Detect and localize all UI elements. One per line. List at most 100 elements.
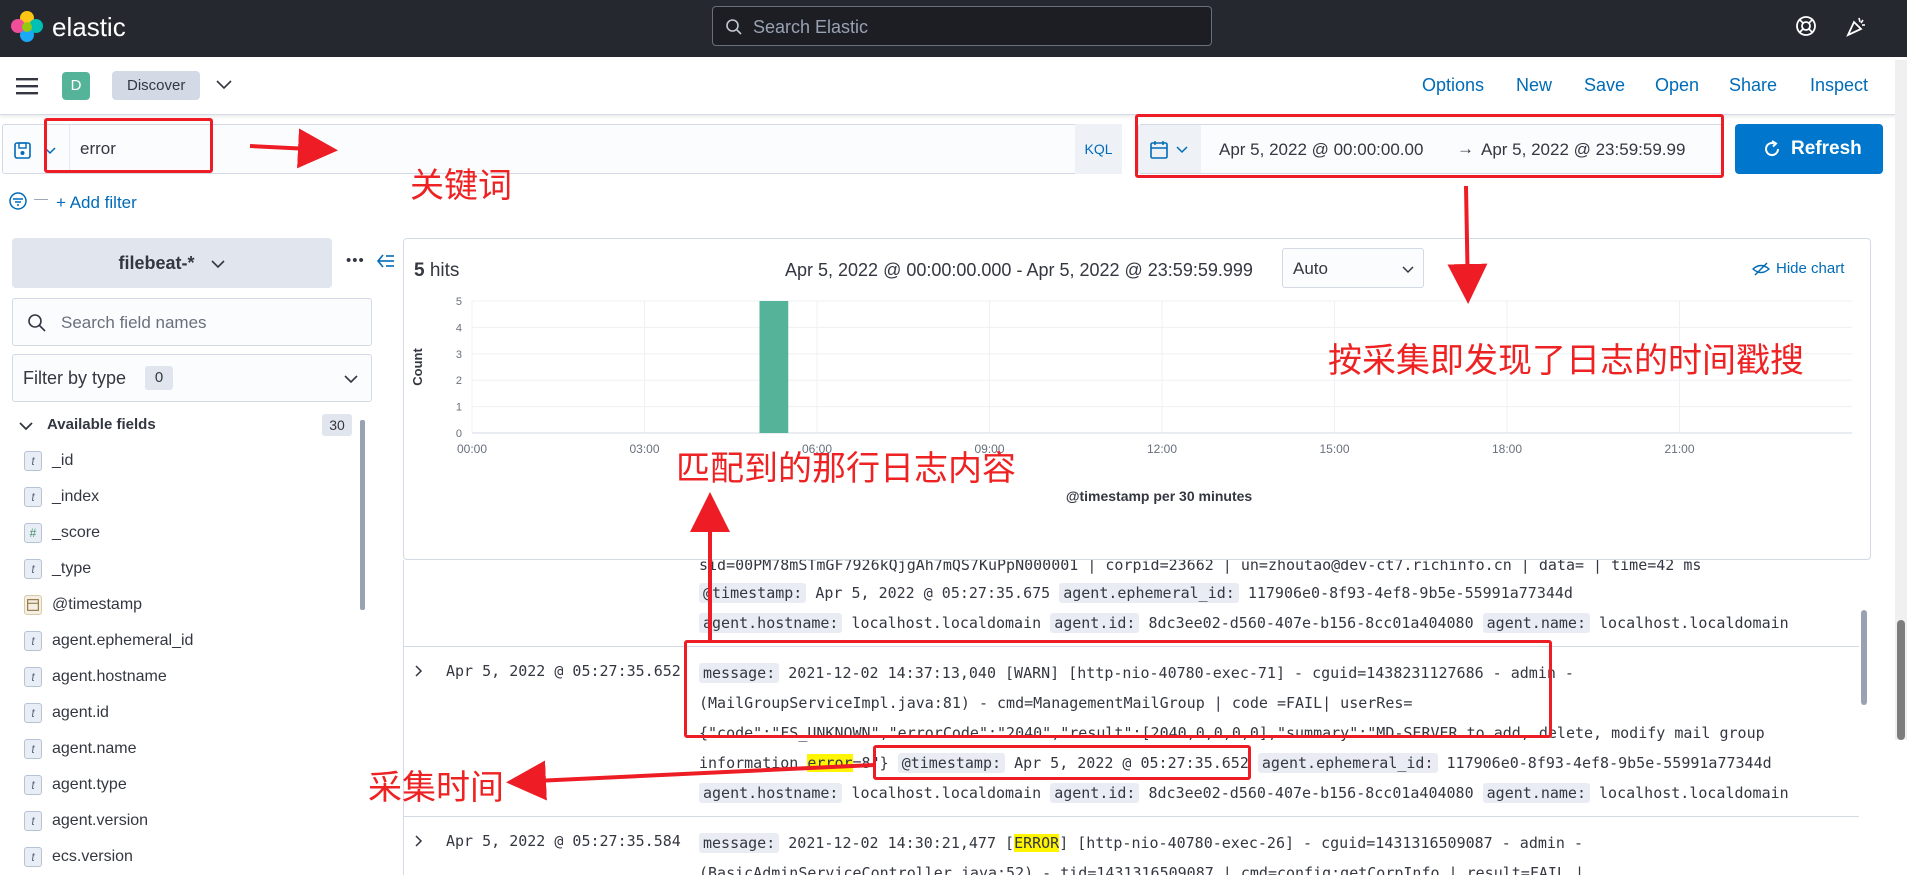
annotation-box-timestamp xyxy=(873,745,1251,780)
field-item[interactable]: t _type xyxy=(24,559,91,583)
field-item[interactable]: t agent.version xyxy=(24,811,148,835)
table-scrollbar[interactable] xyxy=(1861,610,1867,705)
chart-time-range: Apr 5, 2022 @ 00:00:00.000 - Apr 5, 2022… xyxy=(785,260,1253,280)
y-tick-label: 5 xyxy=(456,297,462,308)
hits-count: 5 hits xyxy=(414,260,460,281)
x-tick-label: 00:00 xyxy=(457,442,487,456)
string-type-icon: t xyxy=(24,667,42,687)
x-tick-label: 03:00 xyxy=(629,442,659,456)
chevron-down-icon[interactable] xyxy=(215,77,233,91)
field-item[interactable]: t agent.type xyxy=(24,775,127,799)
more-options-icon[interactable]: ••• xyxy=(346,252,365,269)
newsfeed-icon[interactable] xyxy=(1845,14,1869,38)
save-link[interactable]: Save xyxy=(1584,75,1625,96)
doc-fields-line: agent.hostname: localhost.localdomain ag… xyxy=(699,783,1789,803)
doc-message-line: sid=00PM78mSTmGF7926kQjgAh7mQS7KuPpN0000… xyxy=(699,560,1702,574)
filter-divider: — xyxy=(34,190,48,206)
share-link[interactable]: Share xyxy=(1729,75,1777,96)
y-tick-label: 3 xyxy=(456,349,462,361)
chevron-down-icon xyxy=(1402,266,1414,274)
top-header: elastic Search Elastic xyxy=(0,0,1907,57)
saved-query-icon[interactable] xyxy=(13,141,33,161)
string-type-icon: t xyxy=(24,559,42,579)
y-tick-label: 1 xyxy=(456,402,462,414)
menu-icon[interactable] xyxy=(16,77,38,95)
logo-text: elastic xyxy=(52,12,126,42)
filter-by-type-label: Filter by type xyxy=(23,368,127,388)
search-placeholder: Search Elastic xyxy=(753,17,869,37)
y-tick-label: 0 xyxy=(456,428,462,440)
row-divider xyxy=(404,816,1859,817)
search-icon xyxy=(726,19,742,35)
field-item[interactable]: t agent.hostname xyxy=(24,667,167,691)
global-search-input[interactable]: Search Elastic xyxy=(712,6,1212,46)
refresh-icon xyxy=(1765,140,1780,157)
breadcrumb-discover[interactable]: Discover xyxy=(112,71,201,100)
doc-timestamp: Apr 5, 2022 @ 05:27:35.652 xyxy=(446,662,681,680)
string-type-icon: t xyxy=(24,811,42,831)
string-type-icon: t xyxy=(24,739,42,759)
index-pattern-name: filebeat-* xyxy=(118,253,195,273)
annotation-matched-line: 匹配到的那行日志内容 xyxy=(676,450,1016,488)
hide-chart-button[interactable]: Hide chart xyxy=(1776,260,1844,277)
annotation-timestamp-search: 按采集即发现了日志的时间戳搜 xyxy=(1328,342,1804,380)
help-icon[interactable] xyxy=(1795,15,1817,37)
elastic-logo-icon[interactable] xyxy=(10,10,44,44)
chevron-down-icon xyxy=(344,375,358,384)
field-item[interactable]: t ecs.version xyxy=(24,847,133,871)
date-type-icon xyxy=(24,595,42,615)
field-item[interactable]: t _id xyxy=(24,451,73,475)
doc-message-line: (BasicAdminServiceController.java:52) - … xyxy=(699,864,1585,875)
annotation-box-daterange xyxy=(1135,114,1724,178)
annotation-box-keyword xyxy=(44,118,213,173)
x-tick-label: 18:00 xyxy=(1492,442,1522,456)
string-type-icon: t xyxy=(24,775,42,795)
query-input[interactable]: error xyxy=(69,125,1069,173)
field-item[interactable]: t agent.name xyxy=(24,739,137,763)
filter-count-badge: 0 xyxy=(145,366,173,390)
annotation-collect-time: 采集时间 xyxy=(368,769,504,807)
field-item[interactable]: @timestamp xyxy=(24,595,142,619)
inspect-link[interactable]: Inspect xyxy=(1810,75,1868,96)
collapse-sidebar-icon[interactable] xyxy=(376,253,396,269)
doc-fields-line: agent.hostname: localhost.localdomain ag… xyxy=(699,613,1789,633)
search-icon xyxy=(28,314,46,332)
new-link[interactable]: New xyxy=(1516,75,1552,96)
interval-value: Auto xyxy=(1293,259,1328,278)
sidebar-scrollbar[interactable] xyxy=(360,420,365,610)
open-link[interactable]: Open xyxy=(1655,75,1699,96)
x-axis-label: @timestamp per 30 minutes xyxy=(1066,488,1253,504)
space-avatar[interactable]: D xyxy=(62,72,90,100)
page-scrollbar-thumb[interactable] xyxy=(1897,620,1905,740)
chevron-down-icon xyxy=(210,260,225,269)
field-item[interactable]: t _index xyxy=(24,487,99,511)
interval-select[interactable]: Auto xyxy=(1282,248,1424,288)
string-type-icon: t xyxy=(24,631,42,651)
string-type-icon: t xyxy=(24,487,42,507)
options-link[interactable]: Options xyxy=(1422,75,1484,96)
string-type-icon: t xyxy=(24,703,42,723)
index-pattern-selector[interactable]: filebeat-* xyxy=(12,238,332,288)
string-type-icon: t xyxy=(24,847,42,867)
number-type-icon: # xyxy=(24,523,42,543)
y-tick-label: 4 xyxy=(456,322,462,334)
refresh-label: Refresh xyxy=(1791,138,1862,159)
filter-by-type-button[interactable]: Filter by type 0 xyxy=(12,354,372,402)
eye-closed-icon xyxy=(1752,262,1770,276)
field-item[interactable]: t agent.ephemeral_id xyxy=(24,631,193,655)
refresh-button[interactable]: Refresh xyxy=(1735,124,1883,174)
field-item[interactable]: t agent.id xyxy=(24,703,109,727)
y-axis-label: Count xyxy=(410,348,425,386)
add-filter-link[interactable]: + Add filter xyxy=(56,193,137,213)
field-search-input[interactable]: Search field names xyxy=(12,298,372,346)
x-tick-label: 21:00 xyxy=(1664,442,1694,456)
filter-icon[interactable] xyxy=(8,191,28,211)
field-item[interactable]: # _score xyxy=(24,523,100,547)
available-fields-label[interactable]: Available fields xyxy=(47,416,156,433)
expand-row-icon[interactable] xyxy=(414,664,424,678)
histogram-panel: 5 hits Apr 5, 2022 @ 00:00:00.000 - Apr … xyxy=(403,238,1871,560)
chevron-down-icon[interactable] xyxy=(18,420,34,432)
expand-row-icon[interactable] xyxy=(414,834,424,848)
doc-message-line: message: 2021-12-02 14:30:21,477 [ERROR]… xyxy=(699,833,1583,853)
kql-toggle[interactable]: KQL xyxy=(1075,124,1122,174)
